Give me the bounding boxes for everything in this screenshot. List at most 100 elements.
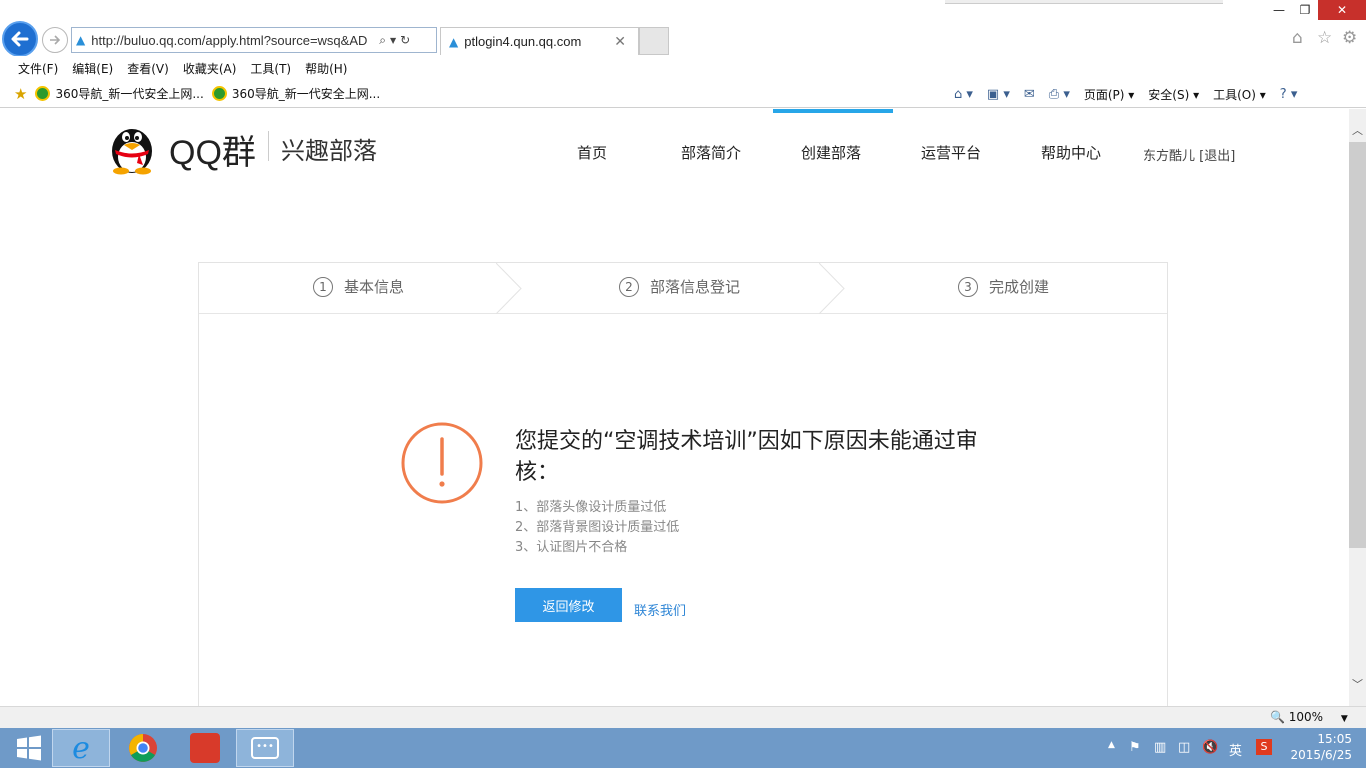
windows-logo-icon <box>17 735 41 761</box>
popup-edge <box>945 0 1223 4</box>
search-icon[interactable]: ⌕ <box>379 33 386 48</box>
network-icon[interactable]: ◫ <box>1178 740 1190 755</box>
step-label: 基本信息 <box>344 278 405 296</box>
scroll-down-icon[interactable]: ﹀ <box>1349 676 1366 692</box>
page-menu[interactable]: 页面(P) ▾ <box>1084 86 1134 103</box>
nav-create[interactable]: 创建部落 <box>801 142 861 163</box>
taskbar-ie[interactable]: e <box>52 729 110 767</box>
zoom-level: 100% <box>1288 710 1324 724</box>
nav-help[interactable]: 帮助中心 <box>1041 142 1101 163</box>
gear-icon[interactable]: ⚙ <box>1342 28 1357 48</box>
qq-penguin-logo[interactable] <box>107 121 157 175</box>
sogou-icon[interactable]: S <box>1256 739 1272 755</box>
clock-date: 2015/6/25 <box>1290 748 1352 762</box>
back-button[interactable] <box>2 21 38 57</box>
arrow-left-icon <box>11 31 29 47</box>
tab-favicon-icon: ▲ <box>449 34 459 49</box>
ime-indicator[interactable]: 英 <box>1229 740 1242 759</box>
forward-button[interactable] <box>42 27 68 53</box>
browser-titlebar: ▲ http://buluo.qq.com/apply.html?source=… <box>0 0 1366 57</box>
apply-card: 1 基本信息 2 部落信息登记 3 完成创建 您提交的“空调技术培训”因如下原因… <box>198 262 1168 706</box>
clock[interactable]: 15:05 2015/6/25 <box>1286 731 1352 763</box>
step-number: 1 <box>313 276 333 297</box>
site-favicon-icon: ▲ <box>76 33 86 47</box>
nav-home[interactable]: 首页 <box>577 142 607 163</box>
contact-us-link[interactable]: 联系我们 <box>634 600 686 619</box>
ie-icon: e <box>72 730 90 766</box>
volume-muted-icon[interactable]: 🔇 <box>1202 740 1218 755</box>
url-text[interactable]: http://buluo.qq.com/apply.html?source=ws… <box>91 33 375 48</box>
step-number: 3 <box>958 276 978 297</box>
minimize-button[interactable]: — <box>1266 0 1292 20</box>
chrome-icon <box>129 734 157 762</box>
taskbar-app[interactable] <box>176 729 234 767</box>
menu-help[interactable]: 帮助(H) <box>305 60 347 77</box>
mail-icon[interactable]: ✉ <box>1024 87 1035 102</box>
tab-title: ptlogin4.qun.qq.com <box>464 34 582 49</box>
logo-subtitle[interactable]: 兴趣部落 <box>281 131 377 166</box>
arrow-right-icon <box>50 35 61 45</box>
menu-edit[interactable]: 编辑(E) <box>72 60 113 77</box>
close-window-button[interactable]: ✕ <box>1318 0 1366 20</box>
favorites-add-icon[interactable]: ★ <box>14 85 27 103</box>
logout-link[interactable]: [退出] <box>1199 149 1235 164</box>
step-basic-info: 1 基本信息 <box>313 276 404 297</box>
help-icon[interactable]: ? ▾ <box>1280 87 1298 102</box>
command-bar: ⌂ ▾ ▣ ▾ ✉ ⎙ ▾ 页面(P) ▾ 安全(S) ▾ 工具(O) ▾ ? … <box>940 82 1297 106</box>
favorite-link[interactable]: 360导航_新一代安全上网... <box>35 85 204 102</box>
360-icon <box>35 86 51 101</box>
rss-icon[interactable]: ▣ ▾ <box>987 87 1010 102</box>
browser-tab[interactable]: ▲ ptlogin4.qun.qq.com ✕ <box>440 27 639 55</box>
step-separator-icon <box>496 263 522 314</box>
360-icon <box>211 86 227 101</box>
scroll-up-icon[interactable]: ︿ <box>1349 122 1366 138</box>
taskbar-chat[interactable]: ••• <box>236 729 294 767</box>
warning-icon <box>401 422 483 504</box>
step-progress: 1 基本信息 2 部落信息登记 3 完成创建 <box>199 263 1167 314</box>
print-icon[interactable]: ⎙ ▾ <box>1049 87 1070 102</box>
nav-operations[interactable]: 运营平台 <box>921 142 981 163</box>
reason-item: 2、部落背景图设计质量过低 <box>515 520 680 535</box>
safety-menu[interactable]: 安全(S) ▾ <box>1148 86 1199 103</box>
back-to-edit-button[interactable]: 返回修改 <box>515 588 622 622</box>
step-number: 2 <box>619 276 639 297</box>
favorite-label: 360导航_新一代安全上网... <box>231 87 381 101</box>
tools-menu[interactable]: 工具(O) ▾ <box>1213 86 1266 103</box>
address-bar[interactable]: ▲ http://buluo.qq.com/apply.html?source=… <box>71 27 437 53</box>
home-menu-icon[interactable]: ⌂ ▾ <box>954 87 973 102</box>
user-area: 东方酷儿 [退出] <box>1143 145 1235 164</box>
favorite-link[interactable]: 360导航_新一代安全上网... <box>211 85 381 102</box>
scrollbar-thumb[interactable] <box>1349 142 1366 548</box>
home-icon[interactable]: ⌂ <box>1292 28 1303 48</box>
taskbar: e ••• ▲ ⚑ ▥ ◫ 🔇 英 S 15:05 2015/6/25 <box>0 728 1366 768</box>
logo-text[interactable]: QQ群 <box>169 125 256 174</box>
logo-divider <box>268 131 269 161</box>
nav-about[interactable]: 部落简介 <box>681 142 741 163</box>
menu-file[interactable]: 文件(F) <box>18 60 58 77</box>
username[interactable]: 东方酷儿 <box>1143 149 1195 164</box>
start-button[interactable] <box>0 729 58 767</box>
device-icon[interactable]: ▥ <box>1154 740 1166 755</box>
reason-item: 3、认证图片不合格 <box>515 540 628 555</box>
maximize-button[interactable]: ❐ <box>1292 0 1318 20</box>
favorites-star-icon[interactable]: ☆ <box>1317 28 1332 48</box>
menu-tools[interactable]: 工具(T) <box>250 60 291 77</box>
step-label: 部落信息登记 <box>650 278 741 296</box>
taskbar-chrome[interactable] <box>114 729 172 767</box>
menu-favorites[interactable]: 收藏夹(A) <box>183 60 237 77</box>
menu-bar: 文件(F) 编辑(E) 查看(V) 收藏夹(A) 工具(T) 帮助(H) <box>0 56 1366 80</box>
zoom-control[interactable]: 🔍 100% ▼ <box>1270 710 1348 724</box>
step-label: 完成创建 <box>989 278 1050 296</box>
tray-expand-icon[interactable]: ▲ <box>1108 740 1115 750</box>
action-center-icon[interactable]: ⚑ <box>1129 740 1141 755</box>
step-register: 2 部落信息登记 <box>619 276 740 297</box>
status-bar: 🔍 100% ▼ <box>0 706 1366 728</box>
step-separator-icon <box>819 263 845 314</box>
dropdown-icon[interactable]: ▼ <box>390 36 396 45</box>
menu-view[interactable]: 查看(V) <box>127 60 169 77</box>
refresh-icon[interactable]: ↻ <box>400 33 410 47</box>
new-tab-button[interactable] <box>639 27 669 55</box>
close-tab-icon[interactable]: ✕ <box>614 34 626 50</box>
step-complete: 3 完成创建 <box>958 276 1049 297</box>
page-content: QQ群 兴趣部落 首页 部落简介 创建部落 运营平台 帮助中心 东方酷儿 [退出… <box>0 109 1349 706</box>
